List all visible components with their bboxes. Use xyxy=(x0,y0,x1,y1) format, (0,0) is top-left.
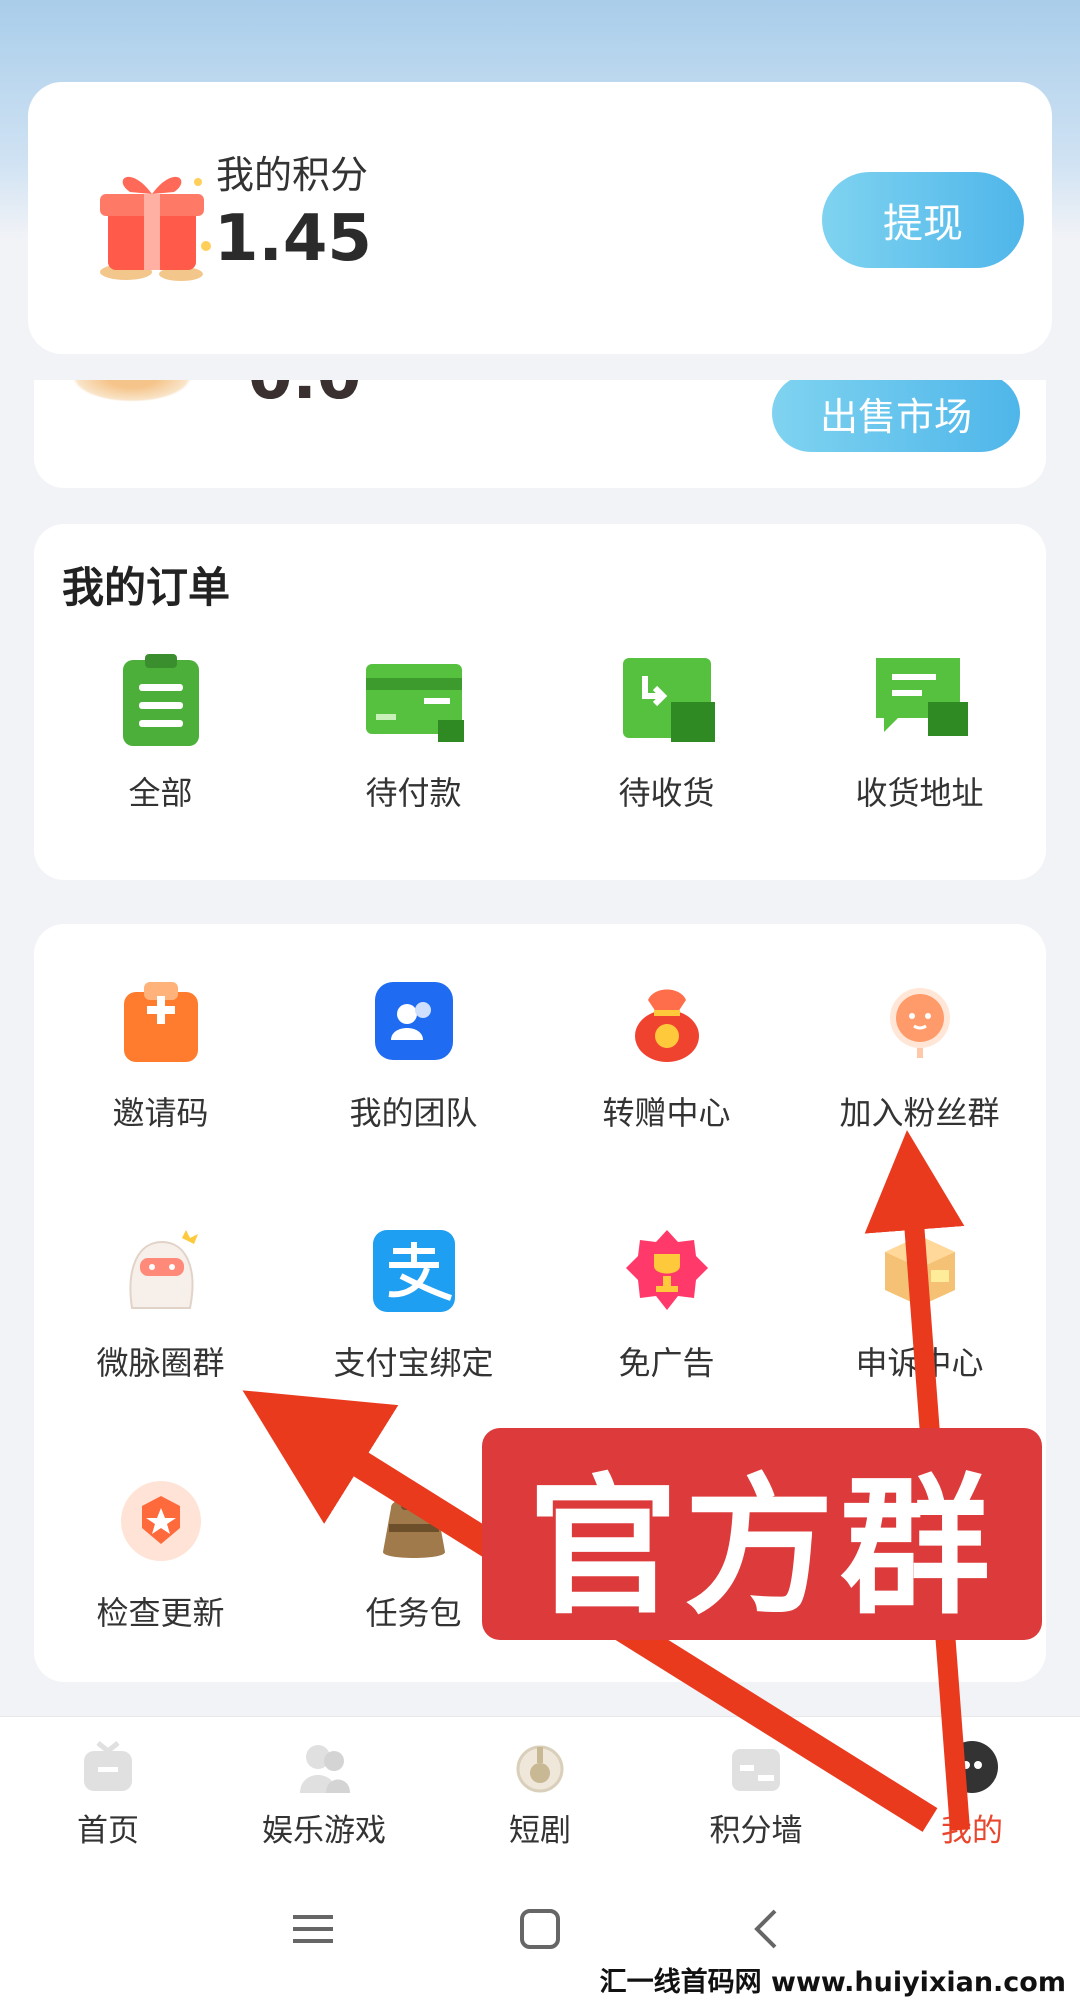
tab-games[interactable]: 娱乐游戏 xyxy=(216,1717,432,1856)
secondary-points-card: 0.0 出售市场 xyxy=(34,380,1046,488)
headset-icon xyxy=(889,988,950,1058)
official-group-callout: 官方群 xyxy=(482,1428,1042,1640)
profile-page: 我的积分 1.45 提现 0.0 出售市场 我的订单 全部 xyxy=(0,0,1080,2001)
address-message-icon xyxy=(875,658,968,736)
menu-icon[interactable] xyxy=(283,1899,343,1959)
invite-code-label: 邀请码 xyxy=(112,1094,209,1132)
tab-home[interactable]: 首页 xyxy=(0,1717,216,1856)
points-label: 我的积分 xyxy=(216,153,369,197)
package-icon xyxy=(884,1236,955,1306)
coin-icon xyxy=(72,380,192,402)
fan-group-item[interactable]: 加入粉丝群 xyxy=(793,978,1046,1134)
back-icon[interactable] xyxy=(737,1899,797,1959)
sell-market-button[interactable]: 出售市场 xyxy=(772,380,1020,452)
tv-icon xyxy=(84,1741,132,1791)
invite-code-icon xyxy=(123,982,198,1062)
card-icon xyxy=(365,664,464,742)
withdraw-button[interactable]: 提现 xyxy=(822,172,1024,268)
gift-center-label: 转赠中心 xyxy=(602,1094,731,1132)
my-team-item[interactable]: 我的团队 xyxy=(287,978,540,1134)
appeal-center-item[interactable]: 申诉中心 xyxy=(793,1228,1046,1384)
order-all-label: 全部 xyxy=(128,774,193,812)
no-ads-item[interactable]: 免广告 xyxy=(540,1228,793,1384)
orders-grid: 全部 待付款 待收货 收货地址 xyxy=(34,654,1046,814)
orders-title: 我的订单 xyxy=(62,563,231,612)
tab-home-label: 首页 xyxy=(77,1813,139,1849)
alipay-bind-label: 支付宝绑定 xyxy=(333,1344,494,1382)
secondary-points-value: 0.0 xyxy=(248,380,361,414)
tab-points-wall-label: 积分墙 xyxy=(709,1813,803,1849)
profile-icon xyxy=(946,1741,998,1793)
drama-icon xyxy=(516,1745,564,1793)
watermark: 汇一线首码网 www.huiyixian.com xyxy=(593,1960,1072,1999)
treasure-bag-icon xyxy=(382,1497,445,1558)
order-pending-payment[interactable]: 待付款 xyxy=(287,654,540,814)
order-address-label: 收货地址 xyxy=(855,774,984,812)
tab-drama[interactable]: 短剧 xyxy=(432,1717,648,1856)
my-team-label: 我的团队 xyxy=(349,1094,478,1132)
team-icon xyxy=(374,982,453,1060)
tab-drama-label: 短剧 xyxy=(509,1813,571,1849)
lucky-bag-icon xyxy=(634,989,699,1062)
tab-mine-label: 我的 xyxy=(941,1813,1003,1849)
wemai-group-label: 微脉圈群 xyxy=(96,1344,225,1382)
tab-points-wall[interactable]: 积分墙 xyxy=(648,1717,864,1856)
game-icon xyxy=(300,1745,350,1793)
clipboard-icon xyxy=(122,654,199,746)
wallet-icon xyxy=(732,1749,780,1791)
order-address[interactable]: 收货地址 xyxy=(793,654,1046,814)
orders-card: 我的订单 全部 待付款 待收货 收货地址 xyxy=(34,524,1046,880)
wemai-group-item[interactable]: 微脉圈群 xyxy=(34,1228,287,1384)
alipay-bind-item[interactable]: 支付宝绑定 xyxy=(287,1228,540,1384)
gift-icon xyxy=(100,176,211,281)
order-pending-payment-label: 待付款 xyxy=(365,774,462,812)
star-badge-icon xyxy=(120,1481,201,1561)
task-pack-label: 任务包 xyxy=(365,1594,462,1632)
check-update-item[interactable]: 检查更新 xyxy=(34,1478,287,1634)
appeal-center-label: 申诉中心 xyxy=(855,1344,984,1382)
fan-group-label: 加入粉丝群 xyxy=(839,1094,1000,1132)
alipay-icon xyxy=(372,1230,455,1312)
delivery-icon xyxy=(622,658,715,742)
gift-center-item[interactable]: 转赠中心 xyxy=(540,978,793,1134)
bottom-tab-bar: 首页 娱乐游戏 短剧 积分墙 我的 xyxy=(0,1716,1080,1856)
mascot-icon xyxy=(129,1230,198,1309)
no-ads-label: 免广告 xyxy=(618,1344,715,1382)
order-pending-delivery-label: 待收货 xyxy=(618,774,715,812)
tab-games-label: 娱乐游戏 xyxy=(262,1813,386,1849)
points-card: 我的积分 1.45 提现 xyxy=(28,82,1052,354)
check-update-label: 检查更新 xyxy=(96,1594,225,1632)
invite-code-item[interactable]: 邀请码 xyxy=(34,978,287,1134)
tab-mine[interactable]: 我的 xyxy=(864,1717,1080,1856)
order-all[interactable]: 全部 xyxy=(34,654,287,814)
order-pending-delivery[interactable]: 待收货 xyxy=(540,654,793,814)
trophy-badge-icon xyxy=(625,1230,708,1310)
home-icon[interactable] xyxy=(510,1899,570,1959)
points-value: 1.45 xyxy=(214,202,372,276)
